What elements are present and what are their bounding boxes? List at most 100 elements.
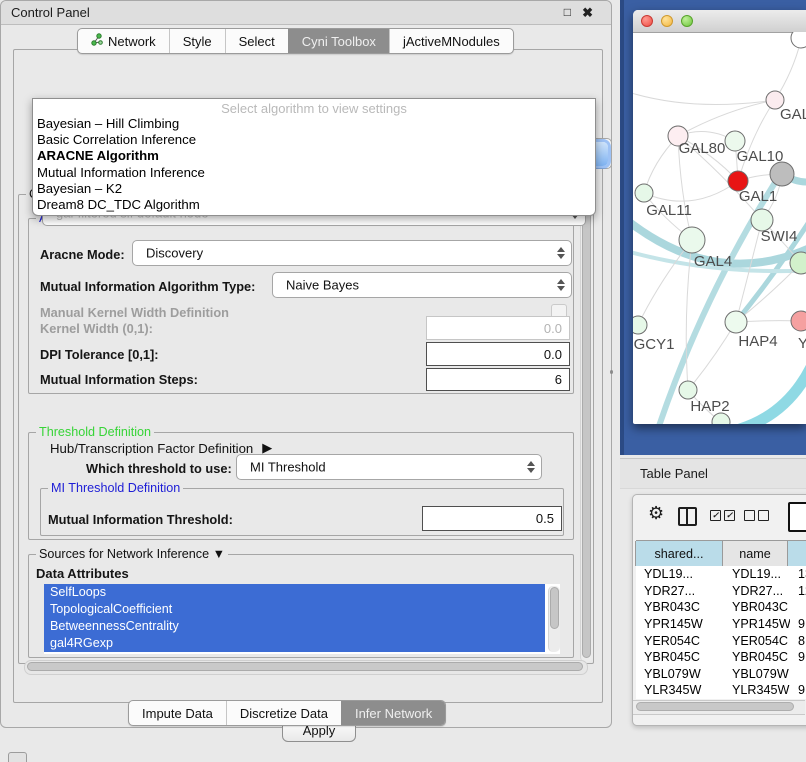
algorithm-option[interactable]: Basic Correlation Inference xyxy=(33,132,595,148)
network-node[interactable] xyxy=(791,32,806,48)
tab-select[interactable]: Select xyxy=(225,29,288,53)
dpi-tolerance-input[interactable]: 0.0 xyxy=(426,342,570,366)
table-row[interactable]: YER054CYER054C8. xyxy=(636,632,806,649)
mi-steps-input[interactable]: 6 xyxy=(426,368,570,391)
network-node[interactable] xyxy=(770,162,794,186)
tab-jactivemnodules[interactable]: jActiveMNodules xyxy=(389,29,513,53)
export-table-icon[interactable] xyxy=(788,502,806,532)
network-node-label: GAL80 xyxy=(679,140,726,157)
deselect-all-checks-icon[interactable] xyxy=(744,510,769,521)
attribute-item[interactable]: gal4RGexp xyxy=(44,635,545,652)
network-node-label: GAL11 xyxy=(646,202,692,219)
settings-hscrollbar[interactable] xyxy=(24,660,588,675)
table-row[interactable]: YBR045CYBR045C9. xyxy=(636,649,806,666)
close-traffic-light-icon[interactable] xyxy=(641,15,653,27)
network-window-titlebar[interactable] xyxy=(633,10,806,33)
network-node-gcy1[interactable] xyxy=(633,316,647,334)
table-cell: YBL079W xyxy=(636,667,724,681)
column-header-name[interactable]: name xyxy=(722,541,788,566)
minimize-traffic-light-icon[interactable] xyxy=(661,15,673,27)
algorithm-option[interactable]: Mutual Information Inference xyxy=(33,165,595,181)
collapse-arrow-icon[interactable]: ▼ xyxy=(213,547,225,561)
mi-threshold-group-title: MI Threshold Definition xyxy=(48,481,183,495)
close-window-icon[interactable]: ✖ xyxy=(582,5,593,21)
column-header-a[interactable]: A xyxy=(787,541,806,566)
table-row[interactable]: YDL19...YDL19...13 xyxy=(636,566,806,583)
attributes-scrollbar-thumb[interactable] xyxy=(550,587,559,629)
which-threshold-combobox[interactable]: MI Threshold xyxy=(236,454,542,480)
network-node-label: HAP2 xyxy=(690,398,729,415)
attribute-item[interactable]: BetweennessCentrality xyxy=(44,618,545,635)
network-node-hap4[interactable] xyxy=(725,311,747,333)
zoom-traffic-light-icon[interactable] xyxy=(681,15,693,27)
network-canvas[interactable]: GALGAL80GAL10GAL1GAL11SWI4GAL4GCY1HAP4YH… xyxy=(633,32,806,424)
table-cell: 12 xyxy=(790,584,806,598)
table-row[interactable]: YBL079WYBL079W xyxy=(636,666,806,683)
algorithm-option[interactable]: ARACNE Algorithm xyxy=(33,148,595,164)
table-row[interactable]: YLR345WYLR345W9. xyxy=(636,682,806,699)
tab-cyni-toolbox[interactable]: Cyni Toolbox xyxy=(288,29,389,53)
table-cell: YDL19... xyxy=(724,567,790,581)
gear-icon[interactable]: ⚙ xyxy=(648,503,664,524)
settings-scrollbar-thumb[interactable] xyxy=(582,198,591,658)
node-table-header: shared...nameA xyxy=(636,540,806,567)
table-cell: YPR145W xyxy=(636,617,724,631)
aracne-mode-combobox[interactable]: Discovery xyxy=(132,240,572,266)
table-cell: YBR045C xyxy=(724,650,790,664)
network-edge xyxy=(633,92,775,105)
table-row[interactable]: YBR043CYBR043C xyxy=(636,599,806,616)
table-panel-title: Table Panel xyxy=(640,466,708,481)
tab-style[interactable]: Style xyxy=(169,29,225,53)
network-node-y[interactable] xyxy=(791,311,806,331)
which-threshold-value: MI Threshold xyxy=(250,460,326,475)
tab-label: Cyni Toolbox xyxy=(302,34,376,49)
table-cell: YBL079W xyxy=(724,667,790,681)
tab-impute-data[interactable]: Impute Data xyxy=(129,701,226,725)
dpi-tolerance-label: DPI Tolerance [0,1]: xyxy=(40,347,159,362)
network-node-label: HAP4 xyxy=(738,333,777,350)
bottom-tabs: Impute DataDiscretize Data Infer Network xyxy=(128,700,446,726)
control-panel-title: Control Panel xyxy=(11,5,90,20)
data-attributes-list: SelfLoopsTopologicalCoefficientBetweenne… xyxy=(44,584,560,654)
attribute-item[interactable]: TopologicalCoefficient xyxy=(44,601,545,618)
table-cell: YDL19... xyxy=(636,567,724,581)
network-node-gal4[interactable] xyxy=(679,227,705,253)
algorithm-option[interactable]: Dream8 DC_TDC Algorithm xyxy=(33,197,595,213)
mi-threshold-input[interactable]: 0.5 xyxy=(422,506,562,531)
table-cell: YDR27... xyxy=(636,584,724,598)
table-hscrollbar[interactable] xyxy=(633,700,805,715)
network-edge xyxy=(644,181,738,201)
select-all-checks-icon[interactable]: ✓✓ xyxy=(710,510,735,521)
table-row[interactable]: YPR145WYPR145W9. xyxy=(636,616,806,633)
column-header-shared[interactable]: shared... xyxy=(635,541,723,566)
mi-steps-label: Mutual Information Steps: xyxy=(40,372,198,387)
sources-group-title: Sources for Network Inference ▼ xyxy=(36,547,228,561)
tab-label: Infer Network xyxy=(355,706,432,721)
algorithm-option[interactable]: Bayesian – Hill Climbing xyxy=(33,116,595,132)
tab-label: jActiveMNodules xyxy=(403,34,500,49)
float-window-icon[interactable]: □ xyxy=(564,5,571,19)
attribute-item[interactable]: SelfLoops xyxy=(44,584,545,601)
tab-network[interactable]: Network xyxy=(78,29,169,53)
table-cell: 9. xyxy=(790,650,806,664)
algorithm-option[interactable]: Bayesian – K2 xyxy=(33,181,595,197)
kernel-width-input[interactable]: 0.0 xyxy=(426,316,570,340)
network-node-gal11[interactable] xyxy=(635,184,653,202)
columns-icon[interactable] xyxy=(678,507,697,526)
table-row[interactable]: YDR27...YDR27...12 xyxy=(636,583,806,600)
settings-scrollbar[interactable] xyxy=(580,196,593,662)
settings-hscrollbar-thumb[interactable] xyxy=(27,662,583,671)
mi-type-combobox[interactable]: Naive Bayes xyxy=(272,272,572,298)
panel-splitter-handle[interactable] xyxy=(610,370,613,374)
minimized-panel-icon[interactable] xyxy=(8,752,27,762)
network-node-hap2[interactable] xyxy=(679,381,697,399)
algorithm-popup-options: Bayesian – Hill ClimbingBasic Correlatio… xyxy=(33,116,595,213)
aracne-mode-value: Discovery xyxy=(146,246,203,261)
network-node-label: SWI4 xyxy=(761,228,798,245)
tab-discretize-data[interactable]: Discretize Data xyxy=(226,701,341,725)
attributes-scrollbar[interactable] xyxy=(548,586,560,652)
table-hscrollbar-thumb[interactable] xyxy=(636,702,794,711)
network-window[interactable]: GALGAL80GAL10GAL1GAL11SWI4GAL4GCY1HAP4YH… xyxy=(633,10,806,424)
tab-infer-network[interactable]: Infer Network xyxy=(341,701,445,725)
tab-label: Style xyxy=(183,34,212,49)
